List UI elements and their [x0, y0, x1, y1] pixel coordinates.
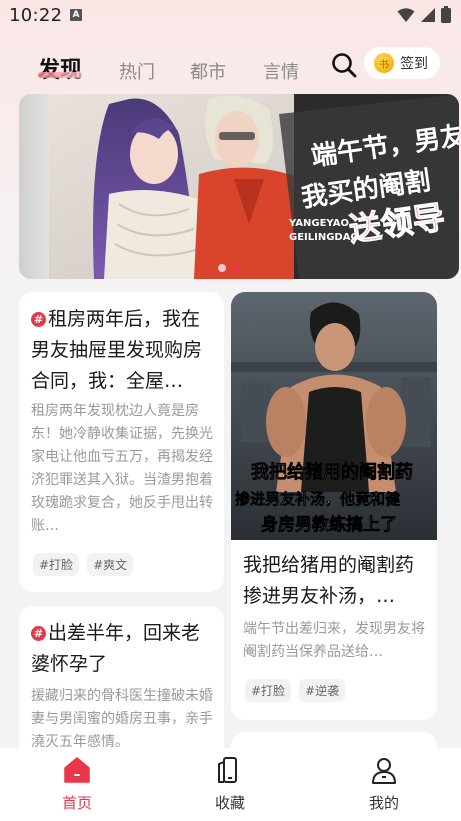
story-title-text: 租房两年后，我在男友抽屉里发现购房合同，我：全屋… — [31, 308, 203, 392]
story-tags: #打脸 #爽文 — [33, 553, 134, 576]
banner-pagination — [218, 264, 240, 272]
profile-icon — [372, 758, 396, 784]
home-icon — [64, 757, 90, 783]
story-tags: #打脸 #逆袭 — [245, 679, 346, 702]
status-time: 10:22 — [9, 5, 63, 26]
story-description: 端午节出差归来，发现男友将阉割药当保养品送给… — [243, 621, 425, 660]
signal-icon — [421, 7, 435, 22]
banner-previous-slide — [19, 94, 49, 279]
tab-discover[interactable]: 发现 — [38, 52, 82, 84]
story-description: 援藏归来的骨科医生撞破未婚妻与男闺蜜的婚房丑事，亲手澆灭五年感情。 — [31, 688, 213, 750]
story-cover-image: 我把给猪用的阉割药 掺进男友补汤，他竟和健 身房男教练搞上了 — [231, 292, 437, 540]
story-description: 租房两年发现枕边人竟是房东！她冷静收集证据，先换光家电让他血亏五万，再揭发经济犯… — [31, 403, 213, 534]
story-title: 我把给猪用的阉割药掺进男友补汤，… — [243, 554, 415, 607]
banner-illustration: 端午节，男友 我买的阉割 送领导 YANGEYAO GEILINGDAO — [49, 94, 459, 279]
coin-icon: 书 — [374, 53, 394, 73]
status-indicators — [397, 6, 451, 23]
status-bar: 10:22 A — [0, 0, 461, 32]
cover-text-1: 我把给猪用的阉割药 — [251, 461, 413, 483]
nav-home-label: 首页 — [61, 794, 92, 812]
nav-profile[interactable]: 我的 — [344, 756, 424, 813]
wifi-icon — [397, 7, 415, 22]
cover-text-3: 身房男教练搞上了 — [261, 514, 397, 535]
hashtag-icon: # — [31, 626, 46, 641]
search-icon — [332, 53, 357, 78]
checkin-label: 签到 — [400, 56, 428, 72]
story-tag[interactable]: #爽文 — [87, 553, 134, 576]
story-title: # 出差半年，回来老婆怀孕了 — [31, 618, 216, 680]
story-card[interactable]: 我把给猪用的阉割药 掺进男友补汤，他竟和健 身房男教练搞上了 我把给猪用的阉割药… — [231, 292, 437, 720]
bookshelf-icon — [218, 757, 237, 783]
search-button[interactable] — [331, 52, 357, 78]
banner-subtext-2: GEILINGDAO — [289, 232, 359, 243]
nav-home[interactable]: 首页 — [37, 756, 117, 813]
tab-romance[interactable]: 言情 — [263, 58, 299, 84]
hashtag-icon: # — [31, 312, 46, 327]
banner-dot-active[interactable] — [232, 264, 240, 272]
nav-profile-label: 我的 — [368, 794, 399, 812]
bottom-navigation: 首页 收藏 我的 — [0, 748, 461, 821]
tab-hot[interactable]: 热门 — [119, 58, 155, 84]
battery-icon — [441, 6, 451, 23]
story-tag[interactable]: #逆袭 — [299, 679, 346, 702]
banner-subtext-1: YANGEYAO — [288, 218, 349, 229]
story-tag[interactable]: #打脸 — [33, 553, 80, 576]
cover-text-2: 掺进男友补汤，他竟和健 — [235, 490, 400, 508]
banner-dot[interactable] — [218, 264, 226, 272]
story-tag[interactable]: #打脸 — [245, 679, 292, 702]
story-title: # 租房两年后，我在男友抽屉里发现购房合同，我：全屋… — [31, 304, 216, 397]
tab-urban[interactable]: 都市 — [190, 58, 226, 84]
nav-bookshelf[interactable]: 收藏 — [190, 756, 270, 813]
promo-banner[interactable]: 端午节，男友 我买的阉割 送领导 YANGEYAO GEILINGDAO — [19, 94, 459, 279]
story-card[interactable]: # 租房两年后，我在男友抽屉里发现购房合同，我：全屋… 租房两年发现枕边人竟是房东… — [19, 292, 224, 592]
active-tab-indicator — [38, 72, 82, 78]
nav-bookshelf-label: 收藏 — [214, 794, 245, 812]
story-title-text: 出差半年，回来老婆怀孕了 — [31, 622, 201, 675]
notification-icon: A — [70, 9, 82, 21]
checkin-button[interactable]: 书 签到 — [364, 47, 440, 79]
